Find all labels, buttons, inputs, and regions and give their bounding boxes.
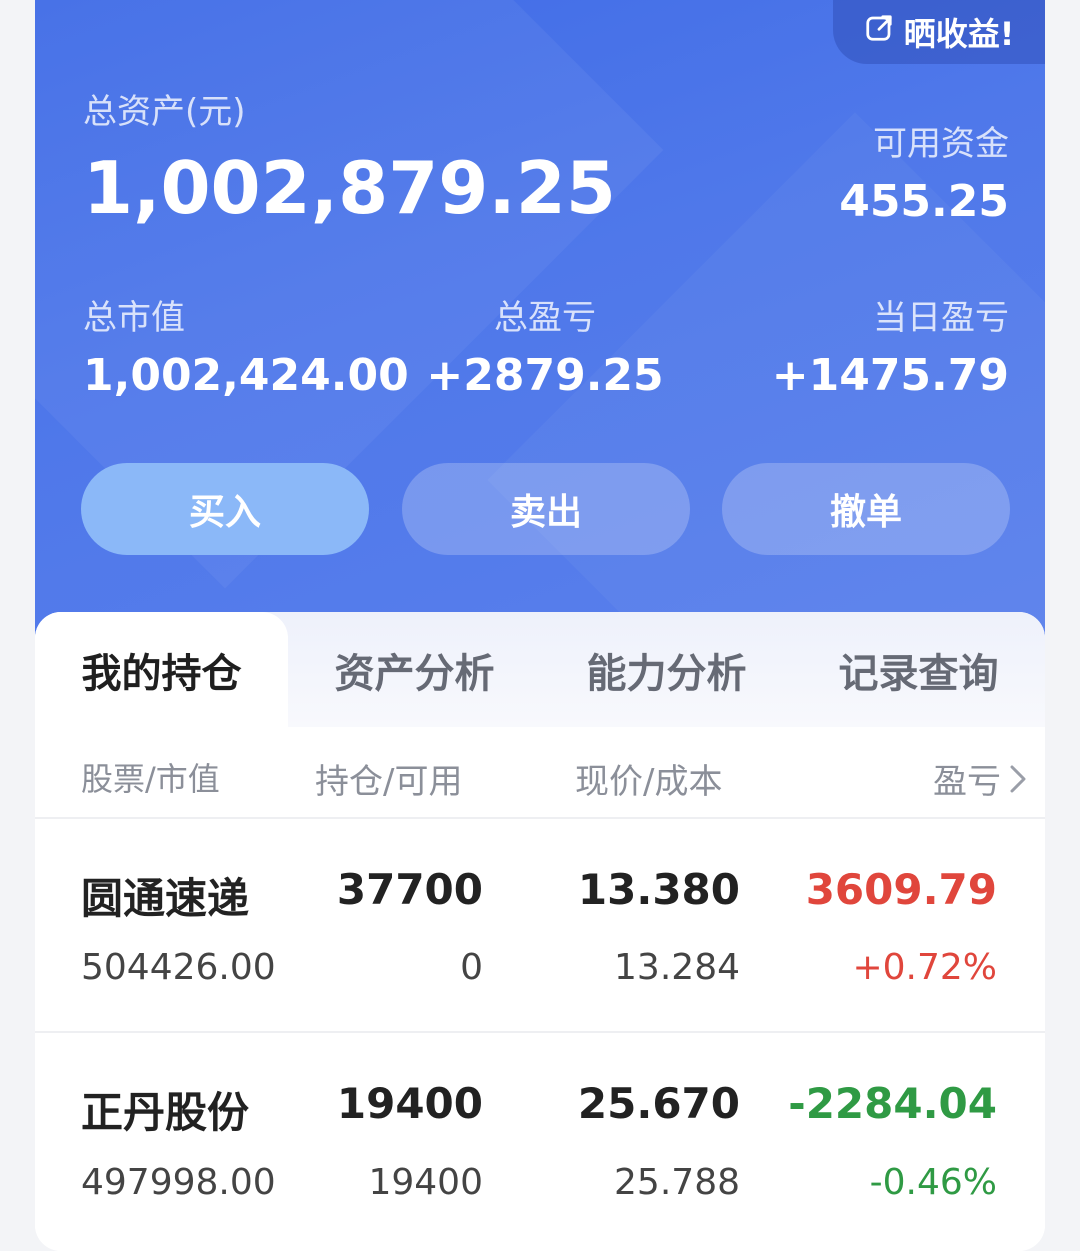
- tab-ability-analysis[interactable]: 能力分析: [540, 612, 793, 727]
- market-value-label: 总市值: [83, 298, 185, 338]
- current-price: 13.380: [577, 865, 740, 914]
- share-earnings-button[interactable]: 晒收益!: [833, 0, 1045, 64]
- tab-record-query[interactable]: 记录查询: [792, 612, 1045, 727]
- stock-market-value: 497998.00: [81, 1162, 276, 1203]
- stock-name: 正丹股份: [81, 1088, 250, 1137]
- pnl-amount: 3609.79: [805, 865, 997, 914]
- divider: [35, 1031, 1045, 1033]
- available-funds-label: 可用资金: [873, 124, 1009, 164]
- market-value-value: 1,002,424.00: [83, 350, 409, 401]
- cancel-order-button[interactable]: 撤单: [722, 463, 1010, 555]
- tab-my-holdings[interactable]: 我的持仓: [35, 612, 288, 727]
- total-pnl-label: 总盈亏: [494, 298, 596, 338]
- tab-asset-analysis[interactable]: 资产分析: [288, 612, 541, 727]
- stock-name: 圆通速递: [81, 874, 250, 923]
- sell-button[interactable]: 卖出: [402, 463, 690, 555]
- available-qty: 19400: [368, 1162, 483, 1203]
- pnl-percent: +0.72%: [852, 947, 997, 988]
- chevron-right-icon: [1010, 765, 1026, 792]
- position-qty: 19400: [336, 1079, 483, 1128]
- cost-price: 13.284: [614, 947, 740, 988]
- cost-price: 25.788: [614, 1162, 740, 1203]
- divider: [35, 817, 1045, 819]
- header-price: 现价/成本: [575, 762, 723, 802]
- total-pnl-value: +2879.25: [426, 350, 664, 401]
- total-assets-value: 1,002,879.25: [83, 146, 616, 230]
- daily-pnl-label: 当日盈亏: [873, 298, 1009, 338]
- buy-button[interactable]: 买入: [81, 463, 369, 555]
- asset-summary-header: 晒收益! 总资产(元) 1,002,879.25 可用资金 455.25 总市值…: [35, 0, 1045, 640]
- header-pnl[interactable]: 盈亏: [933, 754, 1029, 803]
- share-label: 晒收益!: [903, 15, 1015, 53]
- position-qty: 37700: [336, 865, 483, 914]
- header-pnl-label: 盈亏: [933, 762, 1001, 802]
- holdings-panel: 我的持仓 资产分析 能力分析 记录查询 股票/市值 持仓/可用 现价/成本 盈亏…: [35, 612, 1045, 1251]
- share-icon: [864, 13, 894, 51]
- daily-pnl-value: +1475.79: [771, 350, 1009, 401]
- pnl-amount: -2284.04: [788, 1079, 997, 1128]
- header-stock: 股票/市值: [81, 760, 220, 798]
- account-card: 晒收益! 总资产(元) 1,002,879.25 可用资金 455.25 总市值…: [35, 0, 1045, 1251]
- stock-market-value: 504426.00: [81, 947, 276, 988]
- available-qty: 0: [460, 947, 483, 988]
- current-price: 25.670: [577, 1079, 740, 1128]
- header-position: 持仓/可用: [315, 762, 463, 802]
- total-assets-label: 总资产(元): [83, 92, 246, 132]
- pnl-percent: -0.46%: [869, 1162, 997, 1203]
- available-funds-value: 455.25: [839, 176, 1009, 227]
